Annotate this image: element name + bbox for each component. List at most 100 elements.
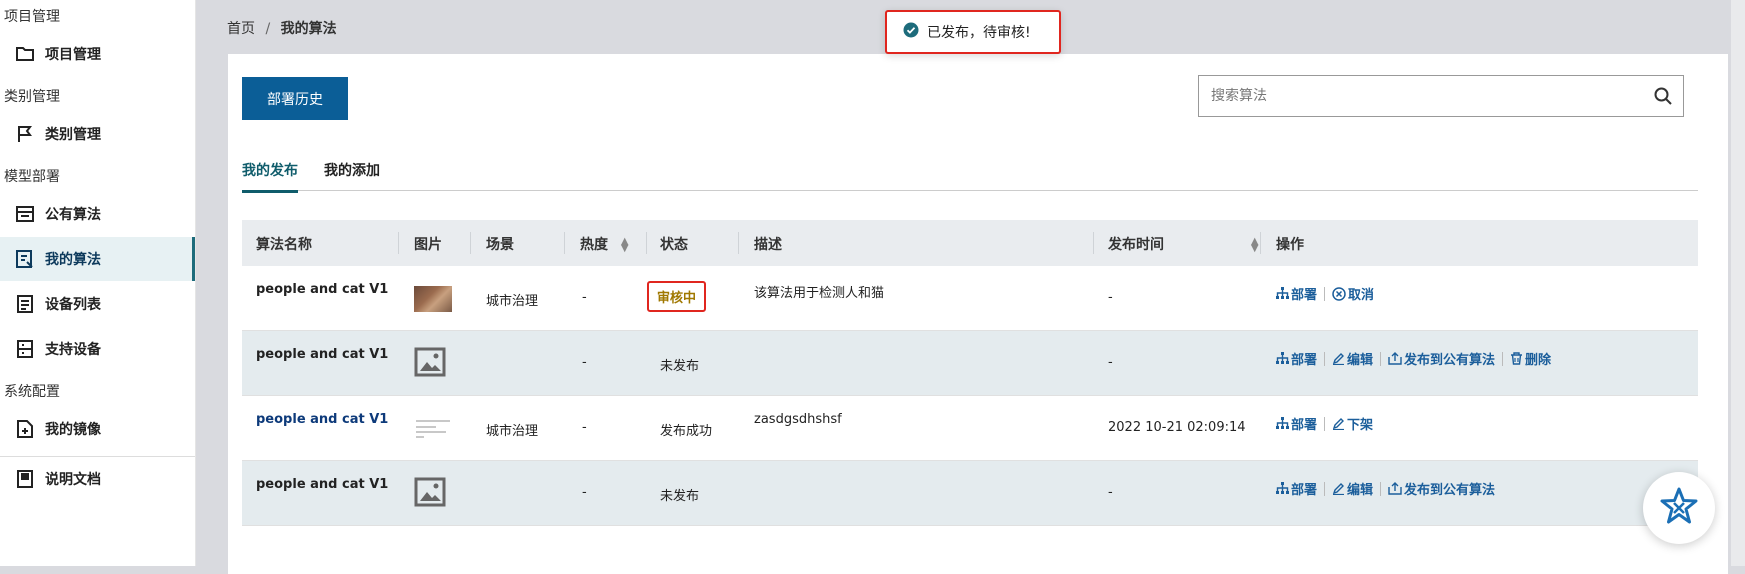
deploy-label: 部署: [1291, 353, 1318, 368]
sidebar-item-label: 类别管理: [45, 127, 101, 143]
table-header: 算法名称 图片 场景 热度 ▲ ▼ 状态 描述 发布时间 ▲ ▼ 操作: [242, 220, 1698, 266]
action-divider: [1324, 416, 1326, 431]
image-file-icon: [14, 418, 36, 440]
deploy-action[interactable]: 部署: [1276, 414, 1317, 433]
delete-action[interactable]: 删除: [1510, 349, 1551, 368]
algorithm-description: 该算法用于检测人和猫: [754, 286, 885, 301]
unpublish-action[interactable]: 下架: [1332, 414, 1373, 433]
breadcrumb: 首页 / 我的算法: [227, 18, 337, 38]
deploy-label: 部署: [1291, 418, 1318, 433]
algorithm-panel: 部署历史 我的发布 我的添加 算法名称 图片 场景 热度 ▲▼: [228, 54, 1728, 574]
algorithm-heat: -: [582, 485, 587, 500]
success-check-icon: [903, 22, 919, 42]
search-icon[interactable]: [1643, 87, 1683, 105]
edit-icon: [1332, 418, 1345, 430]
main-content: 首页 / 我的算法 部署历史 我的发布 我的添加 算法名称 图片 场景: [195, 0, 1745, 574]
sidebar: 项目管理 项目管理 类别管理 类别管理 模型部署 公有算法 我的算法 设备列表: [0, 0, 196, 566]
tab-my-published[interactable]: 我的发布: [242, 160, 298, 193]
action-divider: [1324, 481, 1326, 496]
deploy-icon: [1276, 482, 1289, 494]
assistant-float-button[interactable]: [1643, 472, 1715, 544]
deploy-action[interactable]: 部署: [1276, 284, 1317, 303]
status-text: 未发布: [660, 359, 700, 374]
sidebar-item-supported-devices[interactable]: 支持设备: [0, 327, 195, 371]
sidebar-item-device-list[interactable]: 设备列表: [0, 282, 195, 326]
toast-message: 已发布，待审核!: [927, 25, 1031, 41]
delete-icon: [1511, 352, 1523, 365]
table-row: people and cat V1 城市治理 - 发布成功 zasdgsdhsh…: [242, 396, 1698, 461]
column-header-scene: 场景: [486, 237, 514, 253]
deploy-action[interactable]: 部署: [1276, 479, 1317, 498]
algorithm-heat: -: [582, 290, 587, 305]
algorithm-thumbnail[interactable]: [414, 286, 452, 312]
row-actions: 部署 下架: [1276, 414, 1373, 433]
column-divider: [1093, 232, 1094, 254]
sidebar-item-documentation[interactable]: 说明文档: [0, 457, 195, 501]
unpublish-label: 下架: [1347, 418, 1374, 433]
edit-action[interactable]: 编辑: [1332, 479, 1373, 498]
publish-time: -: [1108, 290, 1113, 305]
publish-icon: [1388, 352, 1402, 365]
column-divider: [470, 232, 471, 254]
cancel-action[interactable]: 取消: [1332, 284, 1374, 303]
scrollbar[interactable]: [1731, 0, 1745, 566]
algorithm-name: people and cat V1: [256, 282, 389, 297]
deploy-action[interactable]: 部署: [1276, 349, 1317, 368]
deploy-icon: [1276, 287, 1289, 299]
sort-icon[interactable]: ▲ ▼: [621, 237, 629, 254]
publish-time: 2022 10-21 02:09:14: [1108, 420, 1246, 435]
search-box: [1198, 75, 1684, 117]
table-row: people and cat V1 - 未发布 - 部署 编辑: [242, 331, 1698, 396]
table-row: people and cat V1 - 未发布 - 部署 编辑: [242, 461, 1698, 526]
column-header-description: 描述: [754, 237, 782, 253]
delete-label: 删除: [1525, 353, 1552, 368]
search-input[interactable]: [1199, 76, 1643, 116]
sidebar-item-label: 我的算法: [45, 252, 101, 268]
publish-icon: [1388, 482, 1402, 495]
sidebar-item-my-algorithms[interactable]: 我的算法: [0, 237, 195, 281]
sidebar-item-label: 公有算法: [45, 207, 101, 223]
row-actions: 部署 编辑 发布到公有算法 删除: [1276, 349, 1551, 368]
algorithm-description: zasdgsdhshsf: [754, 412, 842, 427]
folder-icon: [14, 43, 36, 65]
publish-public-label: 发布到公有算法: [1404, 353, 1496, 368]
publish-public-action[interactable]: 发布到公有算法: [1388, 479, 1495, 498]
store-icon: [14, 203, 36, 225]
row-actions: 部署 取消: [1276, 284, 1374, 303]
sidebar-group-project: 项目管理: [4, 9, 60, 25]
edit-label: 编辑: [1347, 483, 1374, 498]
algorithm-heat: -: [582, 420, 587, 435]
tab-my-added[interactable]: 我的添加: [324, 160, 380, 190]
cancel-label: 取消: [1348, 288, 1375, 303]
algorithm-name-link[interactable]: people and cat V1: [256, 412, 388, 427]
sidebar-item-label: 我的镜像: [45, 422, 101, 438]
action-divider: [1380, 351, 1382, 366]
image-placeholder-icon[interactable]: [414, 347, 446, 381]
algorithm-name: people and cat V1: [256, 347, 389, 362]
action-divider: [1324, 286, 1326, 301]
breadcrumb-home[interactable]: 首页: [227, 21, 255, 37]
column-header-publish-time[interactable]: 发布时间 ▲ ▼: [1108, 234, 1259, 254]
sidebar-item-project-management[interactable]: 项目管理: [0, 32, 195, 76]
sidebar-item-label: 支持设备: [45, 342, 101, 358]
sidebar-item-category-management[interactable]: 类别管理: [0, 112, 195, 156]
edit-action[interactable]: 编辑: [1332, 349, 1373, 368]
algorithm-table: 算法名称 图片 场景 热度 ▲ ▼ 状态 描述 发布时间 ▲ ▼ 操作 peop…: [242, 220, 1698, 526]
status-text: 发布成功: [660, 424, 713, 439]
deploy-history-button[interactable]: 部署历史: [242, 77, 348, 120]
algorithm-thumbnail[interactable]: [414, 416, 452, 442]
column-header-image: 图片: [414, 237, 442, 253]
column-divider: [564, 232, 565, 254]
sort-icon[interactable]: ▲ ▼: [1251, 237, 1259, 254]
image-placeholder-icon[interactable]: [414, 477, 446, 511]
sidebar-item-my-images[interactable]: 我的镜像: [0, 407, 195, 451]
assistant-logo-icon: [1659, 486, 1699, 530]
column-header-heat[interactable]: 热度 ▲ ▼: [580, 234, 629, 254]
publish-public-action[interactable]: 发布到公有算法: [1388, 349, 1495, 368]
sidebar-item-public-algorithms[interactable]: 公有算法: [0, 192, 195, 236]
action-divider: [1502, 351, 1504, 366]
toast-notification: 已发布，待审核!: [885, 10, 1061, 54]
edit-label: 编辑: [1347, 353, 1374, 368]
status-badge: 审核中: [647, 281, 707, 312]
algorithm-name: people and cat V1: [256, 477, 389, 492]
